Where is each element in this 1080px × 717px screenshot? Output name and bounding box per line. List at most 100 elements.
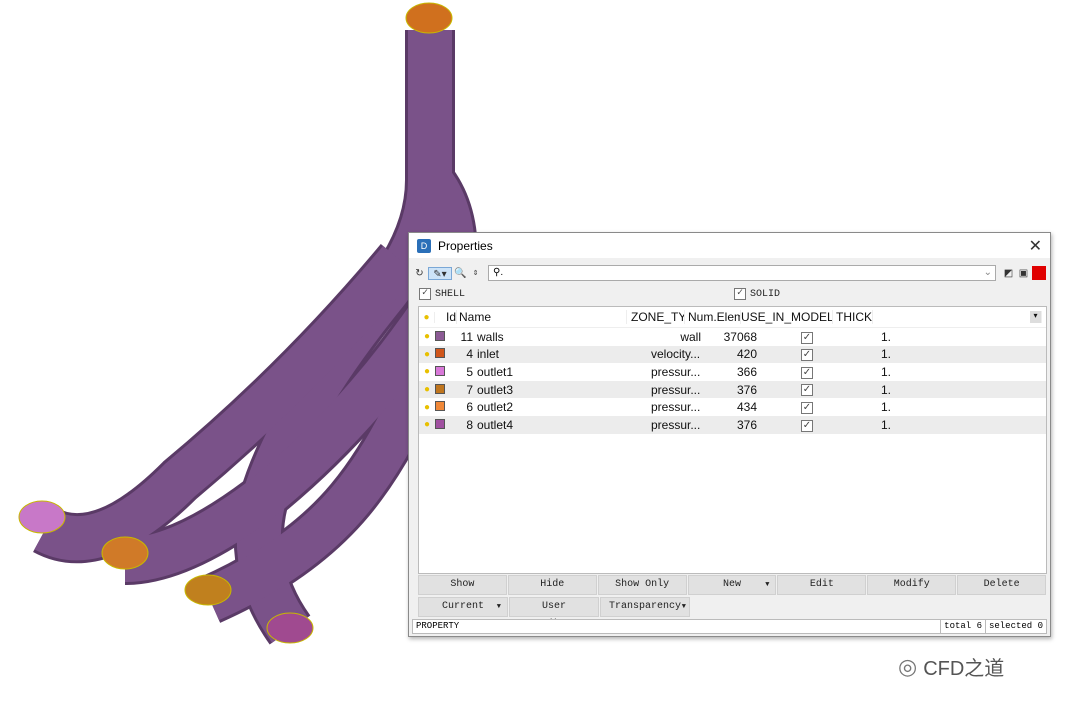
show-only-button[interactable]: Show Only [597,575,687,595]
color-swatch-button[interactable] [1032,266,1046,280]
use-in-model-checkbox[interactable]: ✓ [801,402,813,414]
search-input[interactable]: ⚲. ⌄ [488,265,996,281]
table-row[interactable]: ● 6 outlet2 pressur... 434 ✓ 1. [419,398,1046,416]
dialog-title: Properties [438,238,493,253]
dropdown-arrow-icon: ▼ [496,603,501,611]
table-row[interactable]: ● 5 outlet1 pressur... 366 ✓ 1. [419,363,1046,381]
status-selected: selected 0 [984,620,1046,633]
properties-dialog: D Properties ✕ ↻ ✎▾ 🔍 ⇕ ⚲. ⌄ ◩ ▣ ✓ SHELL ✓… [408,232,1051,637]
thick-cell: 1. [880,347,891,362]
highlight-dropdown-icon[interactable]: ✎▾ [428,266,452,280]
secondary-buttons: Current▼ User Attributes Transparency▼ [418,597,690,630]
num-elem-cell: 376 [736,417,757,432]
col-num-elem[interactable]: Num.Elem [685,310,741,324]
refresh-icon[interactable]: ↻ [413,267,426,280]
use-in-model-cell: ✓ [761,365,853,379]
element-filter-row: ✓ SHELL ✓ SOLID [419,288,1046,304]
outlet2-cap [101,536,149,570]
search-icon[interactable]: 🔍 [454,267,467,280]
color-swatch[interactable] [435,365,455,379]
visibility-bulb-icon[interactable]: ● [419,402,435,413]
visibility-bulb-icon[interactable]: ● [419,366,435,377]
name-text: inlet [477,347,500,362]
color-swatch[interactable] [435,418,455,432]
shell-label: SHELL [435,288,466,300]
close-icon[interactable]: ✕ [1029,236,1042,256]
use-in-model-checkbox[interactable]: ✓ [801,366,813,379]
export-icon[interactable]: ◩ [1002,267,1015,280]
use-in-model-checkbox[interactable]: ✓ [801,349,813,362]
table-row[interactable]: ● 7 outlet3 pressur... 376 ✓ 1. [419,380,1046,399]
table-row[interactable]: ● 11 walls wall 37068 ✓ 1. [419,328,1046,346]
color-swatch[interactable] [435,330,455,344]
col-zone-type[interactable]: ZONE_TY [627,310,685,324]
shell-checkbox[interactable]: ✓ [419,288,431,300]
visibility-bulb-icon[interactable]: ● [419,311,435,323]
visibility-bulb-icon[interactable]: ● [419,349,435,360]
zone-type-cell: pressur... [651,364,701,379]
search-placeholder: ⚲. [493,267,504,278]
solid-label: SOLID [750,288,781,300]
zone-type-cell: wall [680,329,701,344]
use-in-model-checkbox[interactable]: ✓ [801,331,813,344]
transparency-dropdown[interactable]: Transparency ▼ [600,597,690,617]
name-cell: 4 inlet [455,347,555,361]
use-in-model-cell: ✓ [761,330,853,344]
name-cell: 5 outlet1 [455,365,555,379]
zone-type-cell: velocity... [651,347,701,362]
spinner-icon[interactable]: ⇕ [469,267,482,280]
num-elem-cell: 366 [736,364,757,379]
new-button[interactable]: New ▼ [687,575,777,595]
color-swatch-box [435,401,445,412]
id-cell: 7 [466,382,473,397]
thick-cell: 1. [880,364,891,379]
watermark-text: CFD之道 [923,658,1005,680]
col-use-in-model[interactable]: USE_IN_MODEL [741,310,833,324]
column-menu-icon[interactable]: ▾ [1030,311,1042,323]
color-swatch-box [435,418,445,429]
show-button[interactable]: Show [418,575,507,595]
color-swatch[interactable] [435,383,455,397]
properties-table: ● Id Name ZONE_TY Num.Elem USE_IN_MODEL … [418,306,1047,574]
zone-type-cell: pressur... [651,417,701,432]
thick-cell: 1. [880,329,891,344]
name-text: outlet2 [477,400,514,415]
hide-button[interactable]: Hide [507,575,597,595]
id-cell: 5 [466,364,473,379]
visibility-bulb-icon[interactable]: ● [419,384,435,395]
delete-button[interactable]: Delete [957,575,1047,595]
current-dropdown[interactable]: Current ▼ [418,597,508,617]
use-in-model-checkbox[interactable]: ✓ [801,419,813,432]
edit-button[interactable]: Edit [777,575,867,595]
col-thick[interactable]: THICK [833,310,873,324]
name-cell: 7 outlet3 [455,383,555,397]
visibility-bulb-icon[interactable]: ● [419,419,435,430]
dropdown-arrow-icon: ▼ [765,581,770,589]
color-swatch[interactable] [435,347,455,361]
status-total: total 6 [940,620,985,633]
use-in-model-checkbox[interactable]: ✓ [801,384,813,397]
transparency-label: Transparency [608,601,681,612]
color-swatch-box [435,365,445,376]
num-elem-cell: 434 [736,400,757,415]
user-attributes-button[interactable]: User Attributes [509,597,599,630]
modify-button[interactable]: Modify [867,575,957,595]
col-name[interactable]: Name [457,310,627,324]
num-elem-cell: 376 [736,382,757,397]
use-in-model-cell: ✓ [761,400,853,414]
new-label: New [723,579,742,590]
color-swatch-box [435,383,445,394]
col-id[interactable]: Id [435,310,457,324]
zone-type-cell: pressur... [651,382,701,397]
solid-checkbox[interactable]: ✓ [734,288,746,300]
status-mode: PROPERTY [416,621,460,631]
cube-icon[interactable]: ▣ [1017,267,1030,280]
id-cell: 4 [466,347,473,362]
app-icon: D [417,238,431,253]
table-row[interactable]: ● 8 outlet4 pressur... 376 ✓ 1. [419,415,1046,434]
table-row[interactable]: ● 4 inlet velocity... 420 ✓ 1. [419,345,1046,364]
chevron-down-icon[interactable]: ⌄ [984,266,992,280]
visibility-bulb-icon[interactable]: ● [419,331,435,342]
name-cell: 11 walls [455,330,555,344]
color-swatch[interactable] [435,400,455,414]
